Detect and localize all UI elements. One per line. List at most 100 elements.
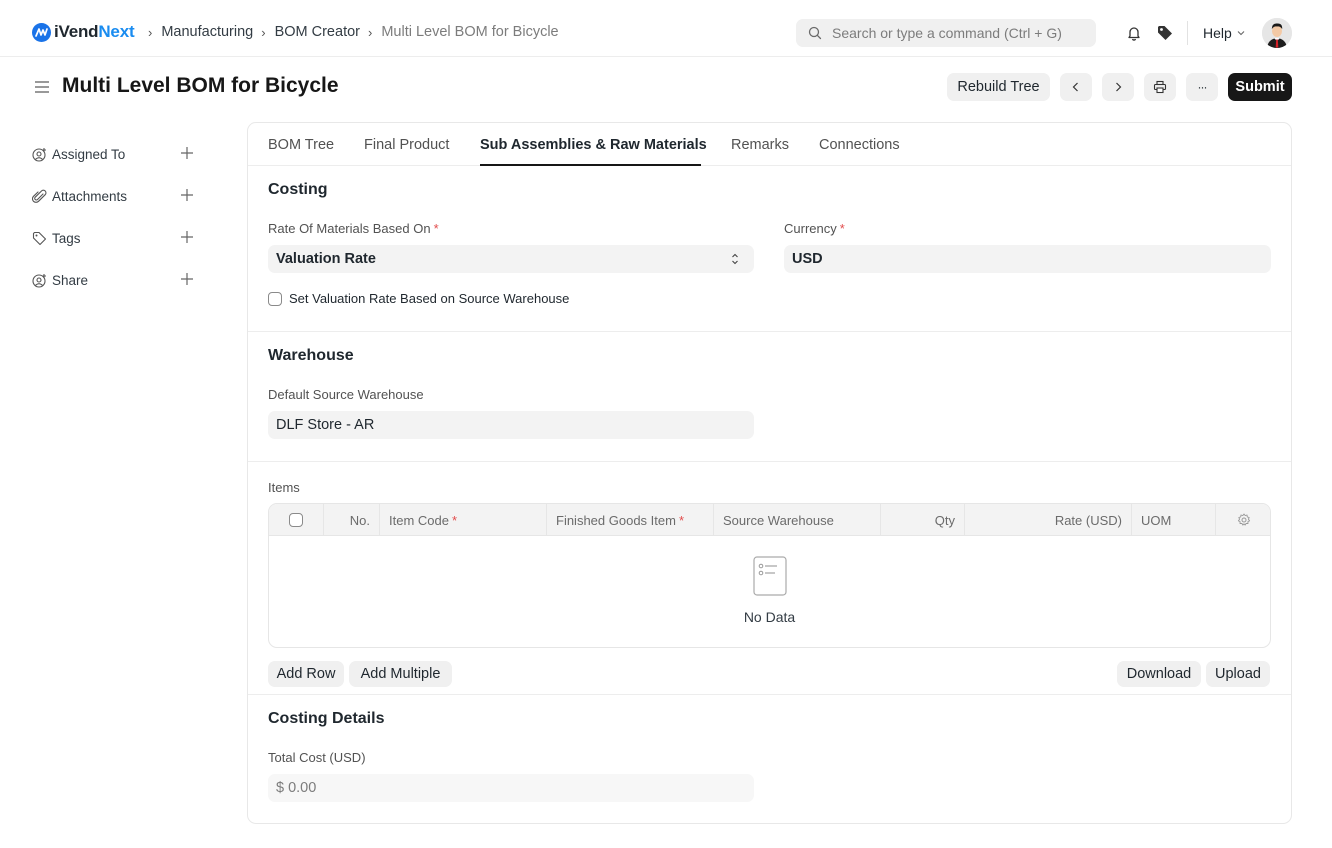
tab-remarks[interactable]: Remarks [731, 137, 789, 153]
share-user-icon [32, 273, 46, 288]
chevron-left-icon [1072, 82, 1078, 92]
top-navbar: iVendNext › Manufacturing › BOM Creator … [0, 0, 1332, 57]
costing-section-title: Costing [268, 181, 328, 198]
plus-icon[interactable] [180, 146, 194, 160]
rate-of-materials-value: Valuation Rate [276, 251, 376, 267]
default-source-warehouse-label: Default Source Warehouse [268, 387, 424, 402]
currency-field[interactable]: USD [784, 245, 1271, 273]
sidebar-item-label: Tags [52, 230, 81, 246]
tag-outline-icon [32, 231, 47, 245]
sidebar-item-label: Share [52, 272, 89, 288]
form-sidebar: Assigned To Attachments Tags Share [32, 133, 202, 301]
sidebar-item-label: Assigned To [52, 146, 126, 162]
select-all-checkbox[interactable] [289, 513, 303, 527]
sidebar-item-tags[interactable]: Tags [32, 217, 202, 259]
help-dropdown[interactable]: Help [1203, 25, 1246, 41]
chevron-right-icon: › [368, 24, 373, 40]
default-source-warehouse-field[interactable]: DLF Store - AR [268, 411, 754, 439]
section-divider [248, 331, 1291, 332]
add-multiple-button[interactable]: Add Multiple [349, 661, 452, 687]
set-valuation-rate-label[interactable]: Set Valuation Rate Based on Source Wareh… [289, 291, 569, 306]
gear-icon[interactable] [1237, 513, 1251, 527]
avatar-image-icon [1262, 18, 1292, 48]
app-logo[interactable]: iVendNext [32, 22, 135, 42]
warehouse-section-title: Warehouse [268, 347, 354, 364]
no-data-text: No Data [743, 609, 796, 625]
required-mark: * [433, 221, 439, 236]
items-empty-state: No Data [269, 536, 1270, 647]
total-cost-value: $ 0.00 [276, 780, 317, 796]
empty-list-icon [753, 556, 787, 596]
currency-value: USD [792, 251, 823, 267]
assign-user-icon [32, 147, 46, 162]
page-title: Multi Level BOM for Bicycle [62, 74, 339, 97]
chevron-right-icon: › [148, 24, 153, 40]
tab-connections[interactable]: Connections [819, 137, 900, 153]
hamburger-menu-icon[interactable] [34, 80, 50, 94]
breadcrumb-current[interactable]: Multi Level BOM for Bicycle [381, 24, 558, 40]
rate-of-materials-label: Rate Of Materials Based On * [268, 221, 439, 236]
column-header-qty[interactable]: Qty [881, 504, 965, 536]
navbar-divider [1187, 21, 1188, 45]
sidebar-item-assigned-to[interactable]: Assigned To [32, 133, 202, 175]
print-button[interactable] [1144, 73, 1176, 101]
sidebar-item-attachments[interactable]: Attachments [32, 175, 202, 217]
active-tab-indicator [480, 164, 701, 166]
required-mark: * [678, 512, 685, 528]
column-header-source-warehouse[interactable]: Source Warehouse [714, 504, 881, 536]
paperclip-icon [32, 189, 47, 203]
form-card: BOM Tree Final Product Sub Assemblies & … [247, 122, 1292, 824]
required-mark: * [451, 512, 458, 528]
plus-icon[interactable] [180, 230, 194, 244]
tab-final-product[interactable]: Final Product [364, 137, 449, 153]
chevron-down-icon [1237, 31, 1245, 36]
download-button[interactable]: Download [1117, 661, 1201, 687]
column-header-finished-goods-item[interactable]: Finished Goods Item * [547, 504, 714, 536]
form-tabs: BOM Tree Final Product Sub Assemblies & … [248, 123, 1291, 166]
required-mark: * [839, 221, 845, 236]
default-source-warehouse-value: DLF Store - AR [276, 417, 375, 433]
upload-button[interactable]: Upload [1206, 661, 1270, 687]
search-icon [808, 26, 822, 40]
rebuild-tree-button[interactable]: Rebuild Tree [947, 73, 1050, 101]
items-table: No. Item Code * Finished Goods Item * Sour… [268, 503, 1271, 648]
items-table-header: No. Item Code * Finished Goods Item * Sour… [269, 504, 1270, 536]
section-divider [248, 461, 1291, 462]
breadcrumb-manufacturing[interactable]: Manufacturing [161, 24, 253, 40]
section-divider [248, 694, 1291, 695]
column-header-rate[interactable]: Rate (USD) [965, 504, 1132, 536]
column-header-uom[interactable]: UOM [1132, 504, 1216, 536]
set-valuation-rate-checkbox[interactable] [268, 292, 282, 306]
plus-icon[interactable] [180, 272, 194, 286]
breadcrumb: › Manufacturing › BOM Creator › Multi Le… [146, 24, 565, 40]
rate-of-materials-select[interactable]: Valuation Rate [268, 245, 754, 273]
tab-bom-tree[interactable]: BOM Tree [268, 137, 334, 153]
plus-icon[interactable] [180, 188, 194, 202]
next-record-button[interactable] [1102, 73, 1134, 101]
column-settings-cell[interactable] [1216, 504, 1270, 536]
more-actions-button[interactable]: ··· [1186, 73, 1218, 101]
notification-bell-icon[interactable] [1125, 24, 1143, 42]
add-row-button[interactable]: Add Row [268, 661, 344, 687]
costing-details-section-title: Costing Details [268, 710, 385, 727]
total-cost-field: $ 0.00 [268, 774, 754, 802]
help-label: Help [1203, 25, 1232, 41]
sidebar-item-label: Attachments [52, 188, 128, 204]
total-cost-label: Total Cost (USD) [268, 750, 366, 765]
user-avatar[interactable] [1262, 18, 1292, 48]
sidebar-item-share[interactable]: Share [32, 259, 202, 301]
breadcrumb-bom-creator[interactable]: BOM Creator [275, 24, 360, 40]
tab-sub-assemblies-raw-materials[interactable]: Sub Assemblies & Raw Materials [480, 137, 707, 153]
items-label: Items [268, 480, 300, 495]
previous-record-button[interactable] [1060, 73, 1092, 101]
column-header-item-code[interactable]: Item Code * [380, 504, 547, 536]
select-all-cell [269, 504, 324, 536]
search-bar[interactable] [796, 19, 1096, 47]
search-input[interactable] [832, 25, 1082, 41]
page-header: Multi Level BOM for Bicycle Rebuild Tree… [0, 57, 1332, 119]
chevron-right-icon [1116, 82, 1122, 92]
submit-button[interactable]: Submit [1228, 73, 1292, 101]
chevron-right-icon: › [261, 24, 266, 40]
tag-icon[interactable] [1156, 24, 1174, 42]
column-header-no: No. [324, 504, 380, 536]
